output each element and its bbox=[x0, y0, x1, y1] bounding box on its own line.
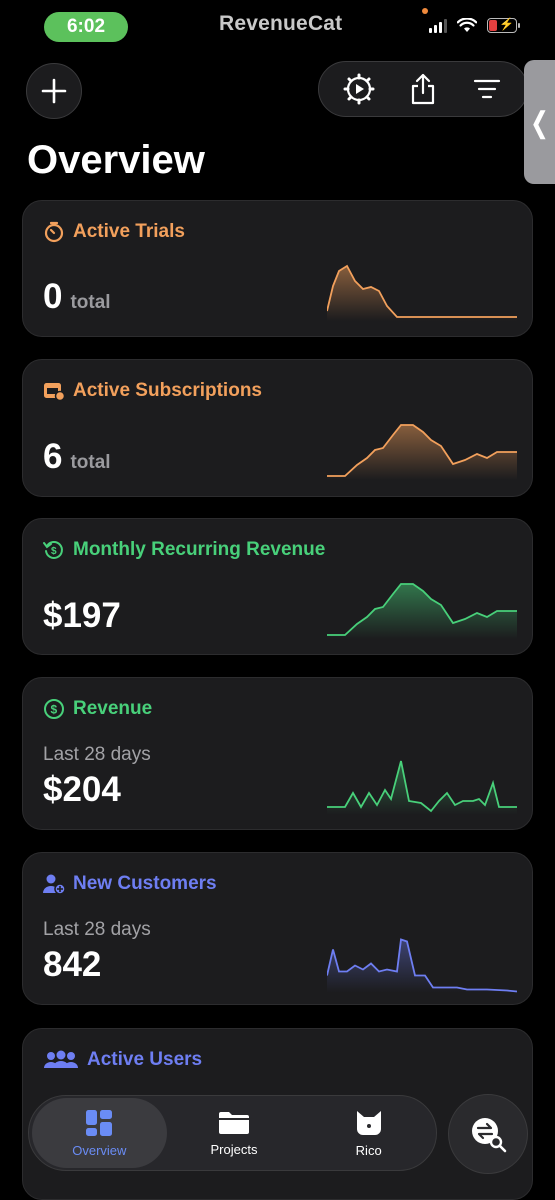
share-icon bbox=[411, 73, 435, 105]
sparkline-chart bbox=[327, 264, 517, 321]
card-value: 0 total bbox=[43, 277, 111, 316]
recording-dot bbox=[422, 8, 428, 14]
card-title: Active Trials bbox=[73, 221, 185, 242]
people-icon bbox=[44, 1050, 78, 1068]
dollar-circle-icon: $ bbox=[44, 699, 64, 719]
bottom-nav: Overview Projects Rico bbox=[28, 1095, 437, 1171]
search-swap-icon bbox=[472, 1118, 507, 1153]
card-subtitle: Last 28 days bbox=[43, 744, 151, 765]
add-person-icon bbox=[43, 874, 65, 895]
card-header: Active Subscriptions bbox=[43, 380, 262, 402]
active-subscriptions-card[interactable]: Active Subscriptions 6 total bbox=[22, 359, 533, 497]
card-title: Revenue bbox=[73, 698, 153, 719]
card-title: Active Subscriptions bbox=[73, 380, 262, 401]
card-unit: total bbox=[70, 452, 111, 473]
card-unit: total bbox=[70, 292, 111, 313]
card-title: Monthly Recurring Revenue bbox=[73, 539, 326, 560]
new-customers-card[interactable]: New Customers Last 28 days 842 bbox=[22, 852, 533, 1005]
add-button[interactable] bbox=[26, 63, 82, 119]
tab-label: Overview bbox=[72, 1142, 127, 1158]
cat-icon bbox=[356, 1110, 381, 1135]
search-button[interactable] bbox=[448, 1094, 528, 1174]
card-header: $ Revenue bbox=[43, 698, 152, 720]
card-value: 6 total bbox=[43, 437, 111, 476]
stopwatch-icon bbox=[44, 221, 64, 243]
settings-button[interactable] bbox=[337, 67, 381, 111]
calendar-icon bbox=[44, 383, 65, 402]
card-header: Active Users bbox=[43, 1049, 202, 1071]
tab-projects[interactable]: Projects bbox=[167, 1098, 302, 1168]
folder-icon bbox=[219, 1111, 249, 1134]
sparkline-chart bbox=[327, 760, 517, 815]
card-title: Active Users bbox=[87, 1049, 203, 1070]
side-panel-tab[interactable]: ❬ bbox=[524, 60, 555, 184]
tab-label: Rico bbox=[355, 1142, 382, 1158]
wifi-icon bbox=[457, 18, 477, 32]
sparkline-chart bbox=[327, 424, 517, 480]
card-value: $204 bbox=[43, 770, 121, 809]
filter-icon bbox=[473, 79, 501, 99]
sparkline-chart bbox=[327, 938, 517, 993]
app-brand-logo: RevenueCat bbox=[219, 12, 343, 35]
plus-icon bbox=[41, 78, 67, 104]
filter-button[interactable] bbox=[465, 67, 509, 111]
card-subtitle: Last 28 days bbox=[43, 919, 151, 940]
status-bar: 6:02 RevenueCat ⚡ bbox=[0, 0, 555, 52]
status-icons: ⚡ bbox=[429, 17, 520, 33]
top-toolbar bbox=[318, 61, 528, 117]
svg-text:$: $ bbox=[51, 546, 57, 557]
status-time[interactable]: 6:02 bbox=[44, 12, 128, 42]
svg-text:$: $ bbox=[51, 703, 58, 717]
gear-play-icon bbox=[343, 73, 375, 105]
recurring-dollar-icon: $ bbox=[43, 541, 63, 559]
battery-icon: ⚡ bbox=[487, 17, 520, 33]
sparkline-chart bbox=[327, 583, 517, 639]
card-header: $ Monthly Recurring Revenue bbox=[43, 539, 325, 561]
dashboard-icon bbox=[86, 1109, 113, 1136]
card-value: 842 bbox=[43, 945, 102, 984]
signal-icon bbox=[429, 18, 447, 33]
revenue-card[interactable]: $ Revenue Last 28 days $204 bbox=[22, 677, 533, 830]
mrr-card[interactable]: $ Monthly Recurring Revenue $197 bbox=[22, 518, 533, 655]
page-title: Overview bbox=[27, 138, 205, 182]
active-trials-card[interactable]: Active Trials 0 total bbox=[22, 200, 533, 337]
tab-overview[interactable]: Overview bbox=[32, 1098, 167, 1168]
chevron-left-icon: ❬ bbox=[527, 106, 552, 138]
card-header: Active Trials bbox=[43, 221, 185, 243]
card-title: New Customers bbox=[73, 873, 217, 894]
card-value: $197 bbox=[43, 596, 121, 635]
tab-label: Projects bbox=[210, 1141, 258, 1157]
tab-rico[interactable]: Rico bbox=[301, 1098, 436, 1168]
card-header: New Customers bbox=[43, 873, 217, 895]
share-button[interactable] bbox=[401, 67, 445, 111]
